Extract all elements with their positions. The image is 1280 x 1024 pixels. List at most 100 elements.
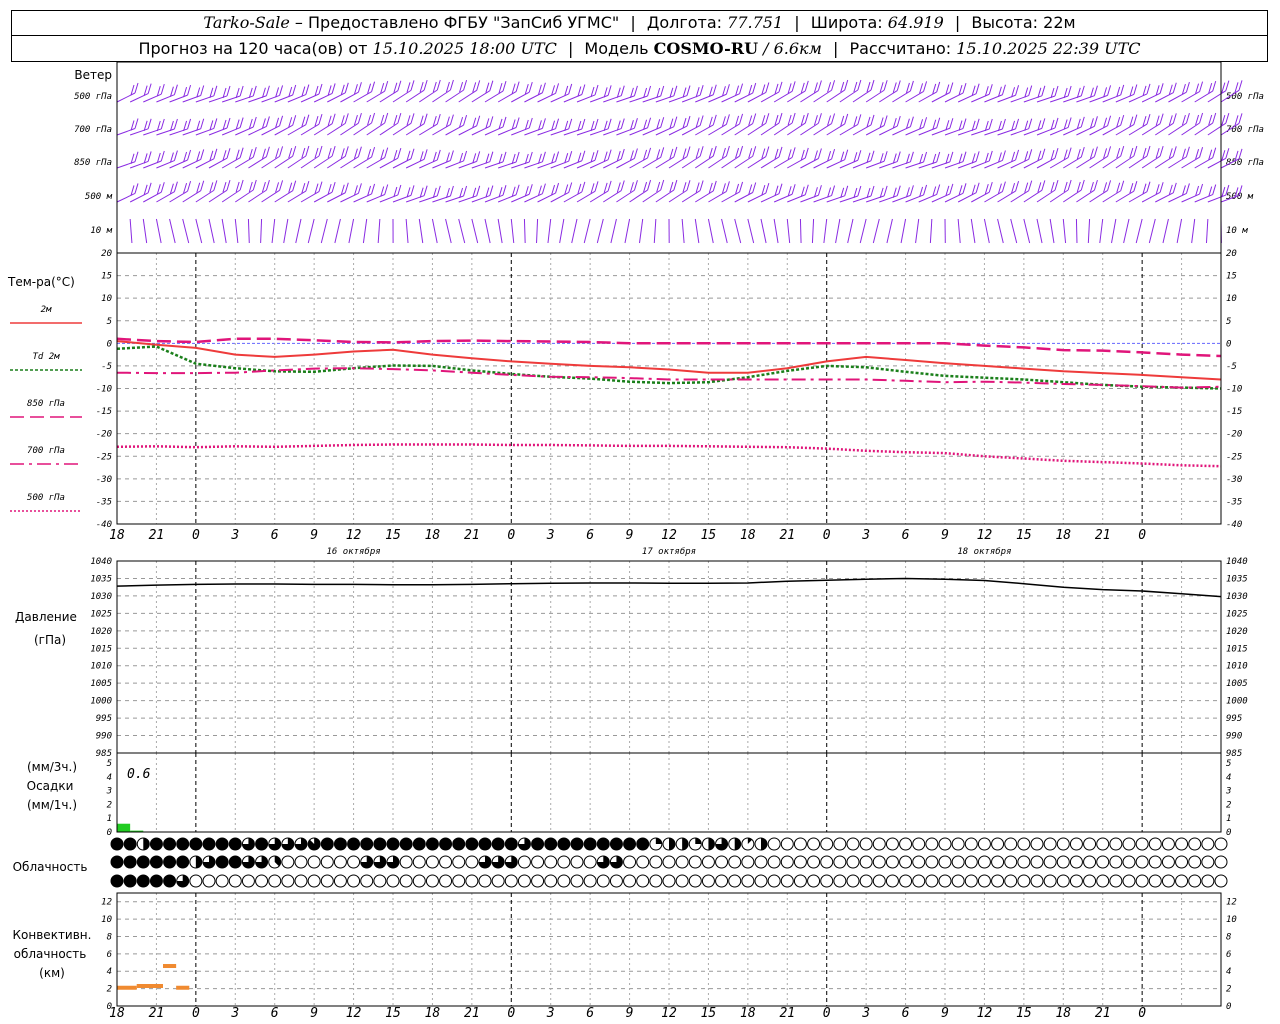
cloud-cover-circle xyxy=(215,874,229,888)
cloud-cover-fill xyxy=(111,838,123,850)
wind-barb xyxy=(870,150,875,161)
wind-barb xyxy=(673,146,678,158)
wind-level-label-right: 10 м xyxy=(1226,226,1248,236)
x-hour-label: 6 xyxy=(271,1006,279,1021)
cloud-cover-circle xyxy=(1017,874,1031,888)
wind-barb xyxy=(1238,113,1243,124)
cloud-cover-circle xyxy=(544,855,558,869)
temp-ytick-left: 5 xyxy=(107,317,112,327)
x-hour-label: 3 xyxy=(546,1006,555,1021)
wind-barb xyxy=(1041,148,1046,159)
cloud-cover-fill xyxy=(695,838,702,844)
wind-barb xyxy=(489,80,494,91)
wind-barb xyxy=(1028,118,1033,129)
wind-barb xyxy=(226,117,231,129)
wind-barb xyxy=(857,150,862,161)
wind-barb xyxy=(320,218,328,244)
wind-barb xyxy=(699,115,704,126)
wind-level-label-left: 500 гПа xyxy=(74,92,112,102)
cloud-cover-circle xyxy=(452,855,466,869)
wind-barb xyxy=(686,85,691,96)
wind-barb xyxy=(633,180,638,191)
convective-ytick-right: 0 xyxy=(1226,1002,1231,1012)
x-hour-label: 18 xyxy=(1055,528,1071,543)
wind-barb xyxy=(1212,80,1217,92)
temp-ytick-left: -30 xyxy=(96,475,112,485)
cloud-cover-fill xyxy=(373,838,386,850)
wind-barb xyxy=(817,80,822,91)
wind-barb xyxy=(134,183,139,194)
wind-barb xyxy=(226,85,231,97)
wind-barb xyxy=(886,218,893,244)
cloud-cover-fill xyxy=(334,838,347,850)
wind-barb xyxy=(458,218,466,244)
wind-barb xyxy=(1133,145,1138,157)
wind-barb xyxy=(265,85,270,96)
wind-barb xyxy=(870,79,875,91)
temp-ytick-left: 10 xyxy=(101,294,112,304)
wind-barb xyxy=(410,80,415,91)
wind-barb xyxy=(200,85,205,96)
wind-barb xyxy=(778,183,783,194)
wind-barb xyxy=(681,218,685,244)
wind-barb xyxy=(752,82,757,94)
wind-barb xyxy=(568,151,573,162)
x-hour-label: 15 xyxy=(701,1006,717,1021)
wind-barb xyxy=(909,151,914,162)
wind-barb xyxy=(515,151,520,163)
wind-barb xyxy=(844,149,849,160)
cloud-cover-circle xyxy=(320,855,334,869)
wind-barb xyxy=(331,145,336,157)
wind-barb xyxy=(147,182,152,193)
wind-barb xyxy=(265,116,270,127)
wind-barb xyxy=(221,218,227,244)
pressure-ytick-right: 1015 xyxy=(1226,644,1248,654)
cloud-cover-circle xyxy=(425,855,439,869)
wind-barb xyxy=(515,117,520,128)
cloud-cover-fill xyxy=(111,875,123,887)
convective-bar xyxy=(163,964,177,969)
cloud-cover-circle xyxy=(912,874,926,888)
wind-barb xyxy=(1001,118,1006,130)
wind-barb xyxy=(923,117,928,128)
wind-barb xyxy=(620,118,625,129)
wind-barb xyxy=(515,184,520,195)
cloud-cover-circle xyxy=(977,837,991,851)
wind-barb xyxy=(1028,180,1033,191)
cloud-cover-circle xyxy=(701,855,715,869)
temp-ytick-right: -10 xyxy=(1226,385,1242,395)
convective-ytick-right: 10 xyxy=(1226,915,1237,925)
wind-barb xyxy=(541,118,546,129)
pressure-ytick-right: 1000 xyxy=(1226,697,1248,707)
cloud-cover-circle xyxy=(1161,855,1175,869)
cloud-cover-fill xyxy=(111,856,123,868)
wind-barb xyxy=(1172,82,1177,93)
wind-barb xyxy=(857,79,862,91)
cloud-cover-circle xyxy=(189,874,203,888)
wind-barb xyxy=(721,218,728,244)
wind-barb xyxy=(872,218,880,244)
cloud-cover-circle xyxy=(333,874,347,888)
wind-barb xyxy=(247,218,250,244)
cloud-cover-circle xyxy=(872,874,886,888)
wind-barb xyxy=(344,146,349,157)
precip-ytick-left: 4 xyxy=(107,773,112,783)
cloud-cover-circle xyxy=(872,837,886,851)
pressure-ytick-left: 1030 xyxy=(90,592,112,602)
x-hour-label: 6 xyxy=(902,1006,910,1021)
wind-barb xyxy=(1159,83,1164,94)
wind-barb xyxy=(633,85,638,97)
wind-barb xyxy=(594,150,599,161)
cloud-cover-circle xyxy=(793,855,807,869)
cloud-cover-circle xyxy=(1161,874,1175,888)
wind-barb xyxy=(1159,146,1164,157)
temp-ytick-left: -5 xyxy=(101,362,112,372)
wind-barb xyxy=(699,146,704,157)
temp-ytick-left: -25 xyxy=(96,452,112,462)
wind-barb xyxy=(1107,146,1112,157)
wind-barb xyxy=(555,151,560,162)
temp-legend-label: 500 гПа xyxy=(27,493,65,503)
cloud-cover-circle xyxy=(885,855,899,869)
wind-barb xyxy=(260,218,263,244)
cloud-cover-circle xyxy=(1030,837,1044,851)
